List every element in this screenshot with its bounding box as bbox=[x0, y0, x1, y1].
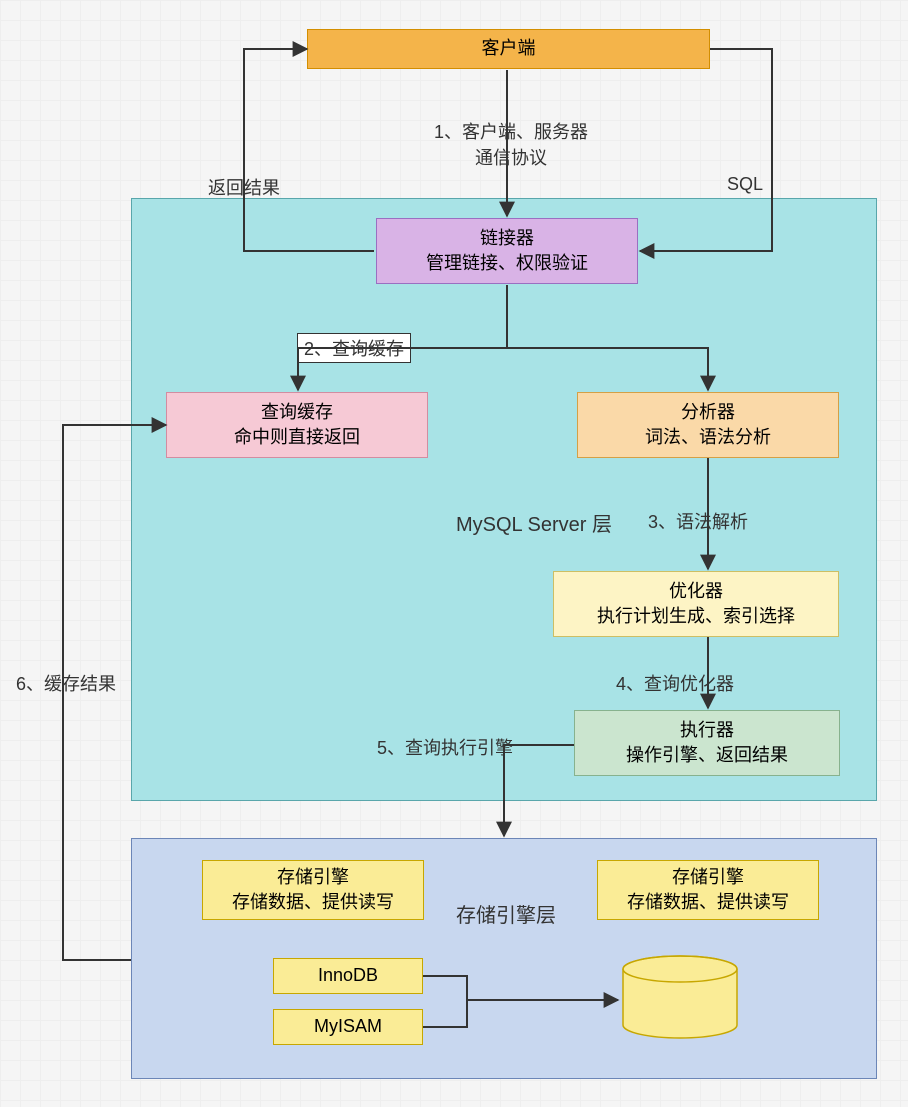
storage-layer-label: 存储引擎层 bbox=[456, 899, 556, 928]
analyzer-node: 分析器 词法、语法分析 bbox=[577, 392, 839, 458]
myisam-label: MyISAM bbox=[314, 1014, 382, 1039]
cache-l1: 查询缓存 bbox=[261, 400, 333, 425]
server-layer-label: MySQL Server 层 bbox=[456, 508, 612, 537]
edge4-label: 4、查询优化器 bbox=[616, 670, 734, 696]
executor-l2: 操作引擎、返回结果 bbox=[626, 743, 788, 768]
connector-l2: 管理链接、权限验证 bbox=[426, 251, 588, 276]
engine2-l1: 存储引擎 bbox=[672, 865, 744, 890]
executor-l1: 执行器 bbox=[680, 718, 734, 743]
edge-return-label: 返回结果 bbox=[208, 174, 280, 200]
cache-l2: 命中则直接返回 bbox=[234, 425, 360, 450]
optimizer-l1: 优化器 bbox=[669, 579, 723, 604]
edge-sql-label: SQL bbox=[727, 174, 763, 195]
connector-node: 链接器 管理链接、权限验证 bbox=[376, 218, 638, 284]
engine2-l2: 存储数据、提供读写 bbox=[627, 890, 789, 915]
client-node: 客户端 bbox=[307, 29, 710, 69]
edge6-label: 6、缓存结果 bbox=[16, 670, 116, 696]
analyzer-l1: 分析器 bbox=[681, 400, 735, 425]
engine1-node: 存储引擎 存储数据、提供读写 bbox=[202, 860, 424, 920]
optimizer-node: 优化器 执行计划生成、索引选择 bbox=[553, 571, 839, 637]
engine2-node: 存储引擎 存储数据、提供读写 bbox=[597, 860, 819, 920]
edge5-label: 5、查询执行引擎 bbox=[377, 734, 513, 760]
edge2-label: 2、查询缓存 bbox=[297, 333, 411, 363]
executor-node: 执行器 操作引擎、返回结果 bbox=[574, 710, 840, 776]
cache-node: 查询缓存 命中则直接返回 bbox=[166, 392, 428, 458]
myisam-node: MyISAM bbox=[273, 1009, 423, 1045]
connector-l1: 链接器 bbox=[480, 226, 534, 251]
edge1-label: 1、客户端、服务器 通信协议 bbox=[406, 118, 616, 170]
engine1-l1: 存储引擎 bbox=[277, 865, 349, 890]
optimizer-l2: 执行计划生成、索引选择 bbox=[597, 604, 795, 629]
innodb-label: InnoDB bbox=[318, 963, 378, 988]
analyzer-l2: 词法、语法分析 bbox=[645, 425, 771, 450]
client-label: 客户端 bbox=[482, 36, 536, 61]
innodb-node: InnoDB bbox=[273, 958, 423, 994]
data-label: 数据 bbox=[662, 990, 698, 1016]
data-cylinder: 数据 bbox=[621, 955, 739, 1035]
engine1-l2: 存储数据、提供读写 bbox=[232, 890, 394, 915]
edge3-label: 3、语法解析 bbox=[648, 508, 748, 534]
